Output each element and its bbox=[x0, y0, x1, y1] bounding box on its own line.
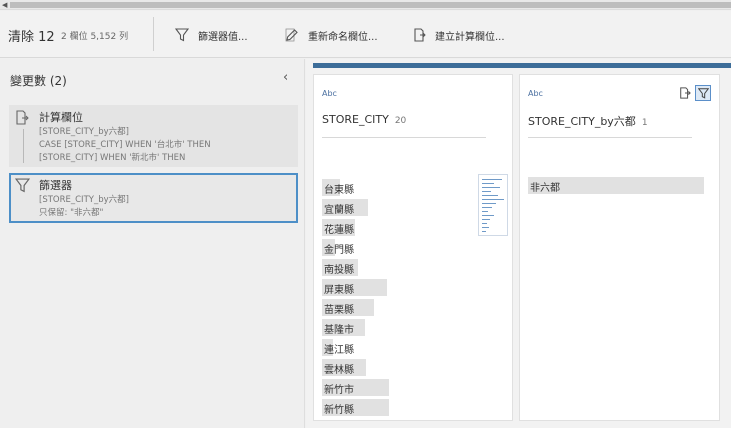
value-overview-minimap[interactable] bbox=[478, 174, 508, 236]
funnel-icon bbox=[15, 178, 30, 193]
value-label: 苗栗縣 bbox=[324, 305, 354, 316]
card-divider bbox=[528, 137, 692, 138]
collapse-panel-button[interactable]: ‹ bbox=[283, 70, 288, 85]
value-label: 屏東縣 bbox=[324, 285, 354, 296]
change-item-filter[interactable]: 篩選器 [STORE_CITY_by六都] 只保留: "非六都" bbox=[9, 173, 298, 223]
column-value-count: 1 bbox=[641, 118, 648, 128]
value-label: 基隆市 bbox=[324, 325, 354, 336]
pencil-icon bbox=[285, 28, 298, 42]
rename-field-button[interactable]: 重新命名欄位... bbox=[285, 25, 378, 45]
create-calc-field-button[interactable]: 建立計算欄位... bbox=[412, 25, 505, 45]
value-label: 金門縣 bbox=[324, 245, 354, 256]
profile-pane: Abc STORE_CITY 20 台東縣宜蘭縣花蓮縣金門縣南投縣屏東縣苗栗縣基隆… bbox=[306, 59, 731, 428]
change-detail: [STORE_CITY] WHEN '新北市' THEN bbox=[39, 153, 186, 163]
funnel-icon bbox=[175, 28, 189, 42]
toolbar: 清除 12 2 欄位 5,152 列 篩選器值... 重新命名欄位... 建立計… bbox=[0, 11, 731, 58]
calc-field-icon bbox=[414, 28, 426, 42]
change-connector-line bbox=[23, 129, 24, 163]
value-label: 花蓮縣 bbox=[324, 225, 354, 236]
scrollbar-thumb[interactable] bbox=[10, 2, 731, 8]
column-header[interactable]: STORE_CITY 20 bbox=[322, 113, 406, 126]
change-detail: [STORE_CITY_by六都] bbox=[39, 195, 129, 205]
value-label: 雲林縣 bbox=[324, 365, 354, 376]
column-value-count: 20 bbox=[394, 116, 407, 126]
value-label: 新竹縣 bbox=[324, 405, 354, 416]
changes-title: 變更數 (2) bbox=[10, 74, 67, 88]
value-label: 南投縣 bbox=[324, 265, 354, 276]
calc-field-icon bbox=[16, 110, 29, 125]
value-label: 非六都 bbox=[530, 183, 560, 194]
column-header[interactable]: STORE_CITY_by六都 1 bbox=[528, 113, 648, 129]
change-title: 計算欄位 bbox=[39, 111, 83, 124]
value-label: 台東縣 bbox=[324, 185, 354, 196]
scroll-left-arrow-icon[interactable]: ◀ bbox=[2, 1, 7, 9]
value-label: 宜蘭縣 bbox=[324, 205, 354, 216]
toolbar-divider bbox=[153, 17, 154, 51]
horizontal-scrollbar[interactable]: ◀ bbox=[0, 0, 731, 10]
filter-header-button[interactable] bbox=[695, 85, 711, 101]
change-item-calc-field[interactable]: 計算欄位 [STORE_CITY_by六都] CASE [STORE_CITY]… bbox=[9, 105, 298, 167]
step-title: 清除 12 bbox=[8, 30, 55, 45]
filter-values-button[interactable]: 篩選器值... bbox=[175, 25, 248, 45]
change-title: 篩選器 bbox=[39, 179, 72, 192]
step-meta: 2 欄位 5,152 列 bbox=[61, 32, 129, 42]
data-type-label: Abc bbox=[528, 89, 543, 98]
change-detail: 只保留: "非六都" bbox=[39, 208, 104, 218]
funnel-icon bbox=[697, 87, 709, 99]
data-type-label: Abc bbox=[322, 89, 337, 98]
column-name: STORE_CITY_by六都 bbox=[528, 115, 636, 128]
card-divider bbox=[322, 137, 486, 138]
change-detail: [STORE_CITY_by六都] bbox=[39, 127, 129, 137]
profile-card-store-city[interactable]: Abc STORE_CITY 20 台東縣宜蘭縣花蓮縣金門縣南投縣屏東縣苗栗縣基隆… bbox=[313, 74, 513, 421]
filter-values-label: 篩選器值... bbox=[198, 31, 248, 43]
profile-card-store-city-by-six[interactable]: Abc STORE_CITY_by六都 1 非六都 bbox=[519, 74, 720, 421]
rename-field-label: 重新命名欄位... bbox=[308, 31, 378, 43]
calc-field-header-button[interactable] bbox=[677, 85, 693, 101]
value-label: 新竹市 bbox=[324, 385, 354, 396]
change-detail: CASE [STORE_CITY] WHEN '台北市' THEN bbox=[39, 140, 211, 150]
step-color-bar bbox=[313, 63, 731, 68]
column-name: STORE_CITY bbox=[322, 113, 389, 126]
create-calc-field-label: 建立計算欄位... bbox=[435, 31, 505, 43]
calc-field-icon bbox=[680, 87, 691, 99]
value-label: 連江縣 bbox=[324, 345, 354, 356]
changes-panel: 變更數 (2) ‹ 計算欄位 [STORE_CITY_by六都] CASE [S… bbox=[0, 59, 305, 428]
